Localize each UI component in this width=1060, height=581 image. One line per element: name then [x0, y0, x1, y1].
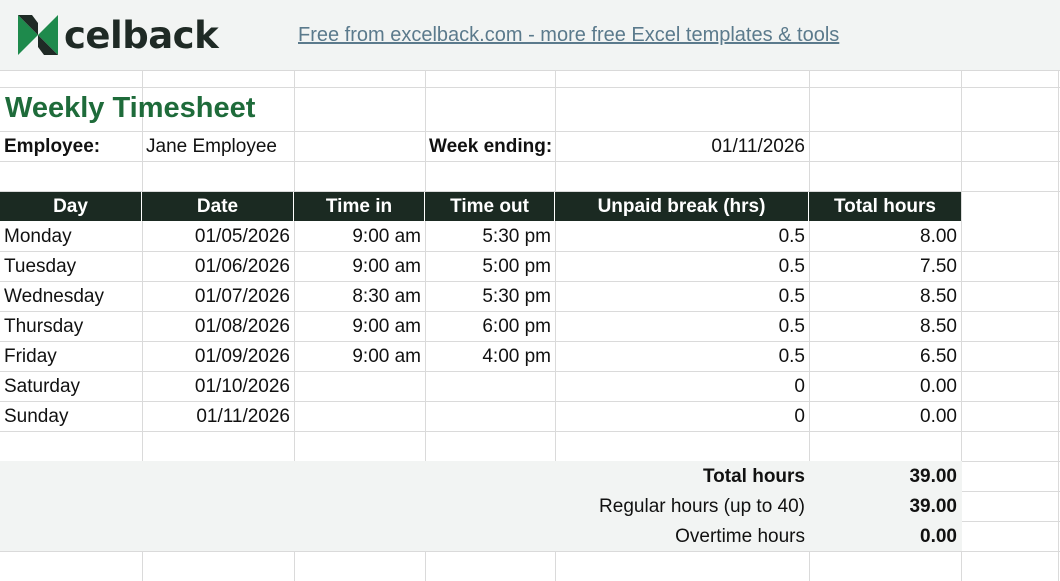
header-band: celback Free from excelback.com - more f…: [0, 0, 1060, 71]
time-out-cell[interactable]: [425, 402, 555, 432]
total-cell[interactable]: 0.00: [809, 372, 961, 402]
total-cell[interactable]: 6.50: [809, 342, 961, 372]
time-out-cell[interactable]: 5:30 pm: [425, 282, 555, 312]
date-cell[interactable]: 01/10/2026: [142, 372, 294, 402]
employee-label[interactable]: Employee:: [0, 132, 142, 162]
employee-name-cell[interactable]: Jane Employee: [142, 132, 294, 162]
column-header-day[interactable]: Day: [0, 192, 142, 221]
total-cell[interactable]: 7.50: [809, 252, 961, 282]
time-out-cell[interactable]: [425, 372, 555, 402]
time-out-cell[interactable]: 6:00 pm: [425, 312, 555, 342]
column-header-date[interactable]: Date: [142, 192, 294, 221]
day-cell[interactable]: Tuesday: [0, 252, 142, 282]
column-header-unpaid-break[interactable]: Unpaid break (hrs): [555, 192, 809, 221]
column-header-time-out[interactable]: Time out: [425, 192, 555, 221]
date-cell[interactable]: 01/06/2026: [142, 252, 294, 282]
break-cell[interactable]: 0.5: [555, 222, 809, 252]
total-cell[interactable]: 0.00: [809, 402, 961, 432]
logo-text: celback: [64, 13, 219, 57]
date-cell[interactable]: 01/05/2026: [142, 222, 294, 252]
day-cell[interactable]: Thursday: [0, 312, 142, 342]
time-out-cell[interactable]: 5:30 pm: [425, 222, 555, 252]
column-header-time-in[interactable]: Time in: [294, 192, 425, 221]
break-cell[interactable]: 0: [555, 402, 809, 432]
date-cell[interactable]: 01/07/2026: [142, 282, 294, 312]
time-in-cell[interactable]: 8:30 am: [294, 282, 425, 312]
day-cell[interactable]: Monday: [0, 222, 142, 252]
column-header-total-hours[interactable]: Total hours: [809, 192, 961, 221]
break-cell[interactable]: 0.5: [555, 342, 809, 372]
date-cell[interactable]: 01/09/2026: [142, 342, 294, 372]
grid-line: [0, 87, 1060, 88]
date-cell[interactable]: 01/08/2026: [142, 312, 294, 342]
total-hours-value[interactable]: 39.00: [809, 462, 961, 492]
break-cell[interactable]: 0.5: [555, 312, 809, 342]
time-in-cell[interactable]: 9:00 am: [294, 312, 425, 342]
total-cell[interactable]: 8.50: [809, 312, 961, 342]
time-in-cell[interactable]: [294, 372, 425, 402]
day-cell[interactable]: Wednesday: [0, 282, 142, 312]
excelback-x-icon: [18, 15, 58, 55]
total-cell[interactable]: 8.50: [809, 282, 961, 312]
time-in-cell[interactable]: 9:00 am: [294, 252, 425, 282]
overtime-hours-value[interactable]: 0.00: [809, 522, 961, 552]
time-in-cell[interactable]: [294, 402, 425, 432]
total-hours-label[interactable]: Total hours: [555, 462, 809, 492]
excelback-link[interactable]: Free from excelback.com - more free Exce…: [298, 24, 839, 47]
week-ending-label[interactable]: Week ending:: [425, 132, 555, 162]
total-cell[interactable]: 8.00: [809, 222, 961, 252]
time-in-cell[interactable]: 9:00 am: [294, 222, 425, 252]
break-cell[interactable]: 0.5: [555, 282, 809, 312]
time-in-cell[interactable]: 9:00 am: [294, 342, 425, 372]
regular-hours-label[interactable]: Regular hours (up to 40): [555, 492, 809, 522]
break-cell[interactable]: 0: [555, 372, 809, 402]
day-cell[interactable]: Saturday: [0, 372, 142, 402]
regular-hours-value[interactable]: 39.00: [809, 492, 961, 522]
day-cell[interactable]: Friday: [0, 342, 142, 372]
week-ending-cell[interactable]: 01/11/2026: [555, 132, 809, 162]
excelback-logo[interactable]: celback: [18, 13, 219, 57]
break-cell[interactable]: 0.5: [555, 252, 809, 282]
date-cell[interactable]: 01/11/2026: [142, 402, 294, 432]
time-out-cell[interactable]: 5:00 pm: [425, 252, 555, 282]
time-out-cell[interactable]: 4:00 pm: [425, 342, 555, 372]
overtime-hours-label[interactable]: Overtime hours: [555, 522, 809, 552]
day-cell[interactable]: Sunday: [0, 402, 142, 432]
grid-line: [1058, 70, 1059, 581]
sheet-title[interactable]: Weekly Timesheet: [5, 92, 255, 125]
